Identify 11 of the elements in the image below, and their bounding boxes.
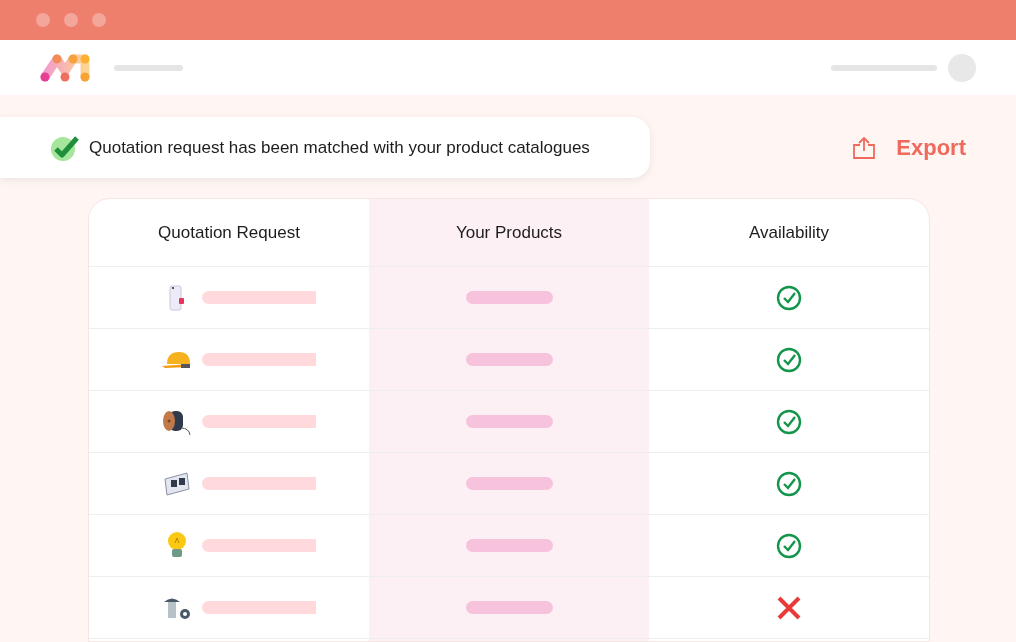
power-socket-icon bbox=[163, 470, 191, 497]
circuit-breaker-icon bbox=[169, 284, 185, 311]
export-button[interactable]: Export bbox=[852, 131, 966, 164]
upload-icon bbox=[852, 136, 877, 159]
column-header: Quotation Request bbox=[158, 221, 300, 244]
notification-text: Quotation request has been matched with your product catalogues bbox=[89, 136, 590, 159]
logo-icon[interactable] bbox=[40, 52, 90, 83]
column-header: Availability bbox=[749, 221, 829, 244]
column-header: Your Products bbox=[455, 221, 563, 244]
hard-hat-icon bbox=[161, 349, 193, 370]
text-placeholder-bar bbox=[114, 64, 183, 71]
